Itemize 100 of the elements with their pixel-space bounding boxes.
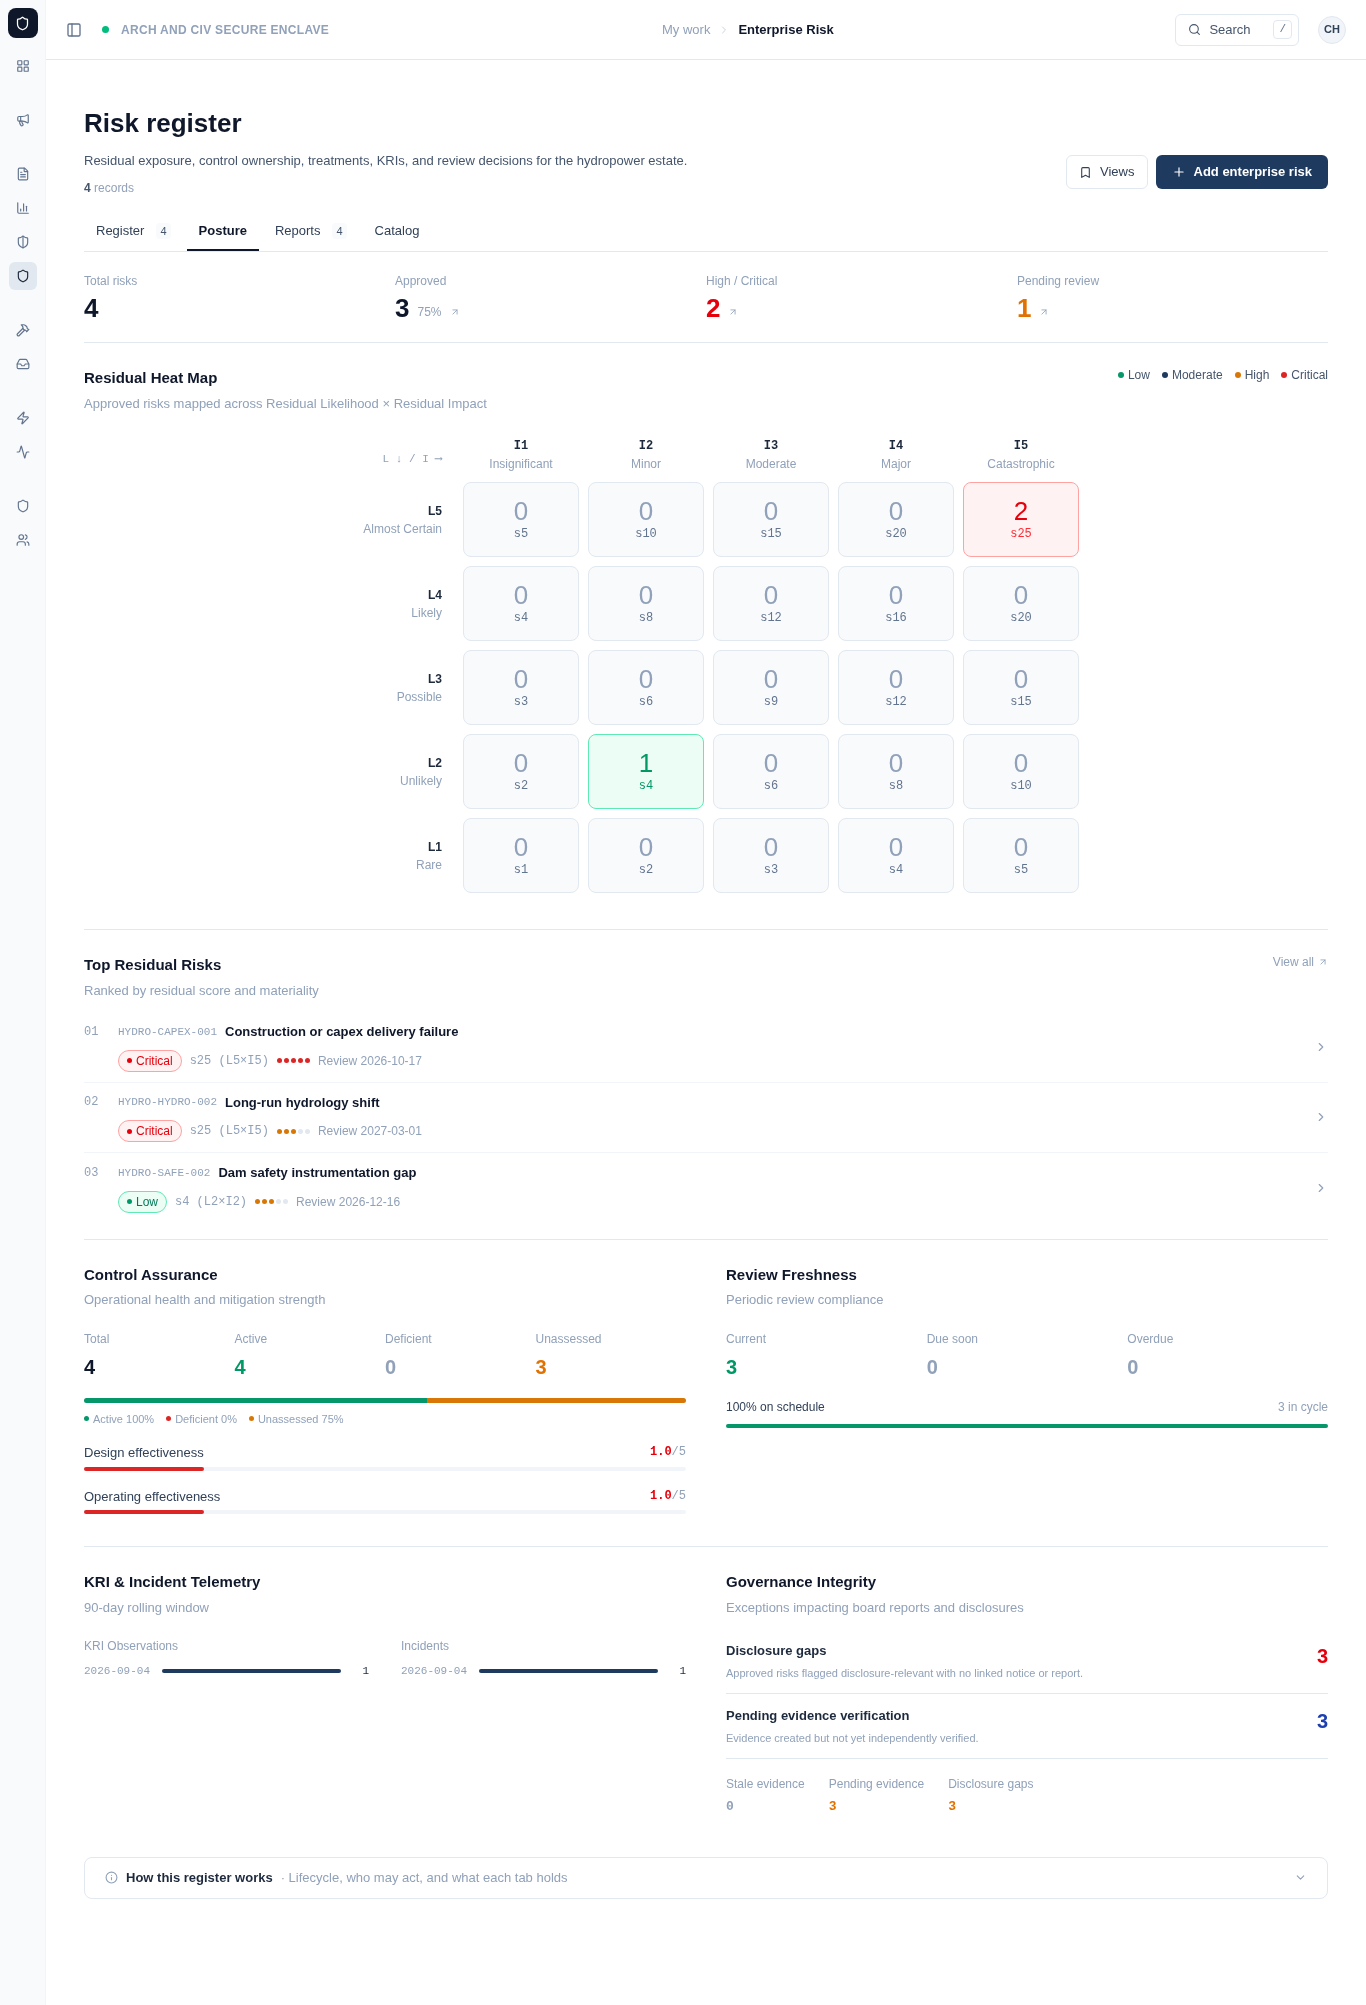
heat-map-cell[interactable]: 0 s20: [963, 566, 1079, 641]
arrow-up-right-icon[interactable]: [728, 307, 739, 317]
section-title: Top Residual Risks: [84, 955, 223, 975]
heat-map-cell[interactable]: 0 s6: [588, 650, 704, 725]
legend-label: Unassessed 75%: [257, 1411, 344, 1427]
section-subtitle: Periodic review compliance: [726, 1291, 885, 1309]
section-title: KRI & Incident Telemetry: [84, 1572, 262, 1592]
series-date: 2026-09-04: [401, 1664, 467, 1679]
heat-map-cell[interactable]: 0 s9: [713, 650, 829, 725]
heat-map-cell[interactable]: 0 s2: [588, 818, 704, 893]
heat-map-cell[interactable]: 0 s4: [838, 818, 954, 893]
bookmark-icon: [1079, 165, 1093, 179]
heat-map-cell[interactable]: 0 s12: [713, 566, 829, 641]
risk-row[interactable]: 02 HYDRO-HYDRO-002 Long-run hydrology shift Critical s25 (L5×I5) Review 2027-03-01: [84, 1082, 1328, 1153]
app-logo-icon[interactable]: [7, 8, 38, 38]
section-title: Review Freshness: [726, 1264, 858, 1285]
section-title: Residual Heat Map: [84, 368, 219, 388]
severity-badge: Critical: [118, 1120, 182, 1142]
governance-item-title: Pending evidence verification: [726, 1707, 911, 1725]
heat-map-cell[interactable]: 0 s3: [463, 650, 579, 725]
row-name: Possible: [396, 688, 442, 706]
effectiveness-label: Operating effectiveness: [84, 1487, 221, 1506]
workspace-name: ARCH AND CIV SECURE ENCLAVE: [121, 21, 330, 39]
help-accordion[interactable]: How this register works · Lifecycle, who may act, and what each tab holds: [84, 1856, 1328, 1899]
tab[interactable]: Reports 4: [262, 213, 359, 251]
legend-label: Moderate: [1171, 367, 1223, 384]
heat-map-cell[interactable]: 0 s16: [838, 566, 954, 641]
shield-icon[interactable]: [8, 262, 37, 290]
cycle-count: 3 in cycle: [1277, 1398, 1328, 1416]
heat-map-cell[interactable]: 0 s4: [463, 566, 579, 641]
view-all-link[interactable]: View all: [1272, 954, 1328, 970]
stat-value: 0: [926, 1354, 939, 1380]
tab[interactable]: Register 4: [84, 213, 183, 251]
stat-label: Overdue: [1127, 1330, 1175, 1348]
heat-map-cell[interactable]: 0 s20: [838, 482, 954, 557]
section-subtitle: 90-day rolling window: [84, 1598, 210, 1617]
review-date: Review 2027-03-01: [317, 1123, 422, 1140]
column-name: Major: [881, 456, 911, 473]
column-code: I5: [1013, 438, 1029, 455]
heat-map-cell[interactable]: 0 s15: [713, 482, 829, 557]
effectiveness-score: 1.0/5: [650, 1444, 686, 1461]
stat-value: 3: [535, 1354, 548, 1380]
section-subtitle: Ranked by residual score and materiality: [84, 981, 319, 1000]
stat-value: 2: [706, 294, 721, 322]
row-code: L3: [428, 670, 442, 688]
section-title: Control Assurance: [84, 1264, 219, 1285]
heat-map-cell[interactable]: 0 s5: [463, 482, 579, 557]
risk-id: HYDRO-CAPEX-001: [118, 1024, 218, 1040]
schedule-label: 100% on schedule: [726, 1398, 825, 1416]
arrow-up-right-icon: [1318, 957, 1328, 967]
plus-icon: [1171, 165, 1186, 179]
column-code: I4: [888, 438, 904, 455]
risk-rank: 03: [84, 1164, 100, 1182]
stat-value: 1: [1017, 294, 1032, 322]
heat-map-cell[interactable]: 0 s5: [963, 818, 1079, 893]
heat-map-cell[interactable]: 0 s8: [838, 734, 954, 809]
risk-score: s25 (L5×I5): [189, 1052, 269, 1070]
breadcrumb-link[interactable]: My work: [662, 19, 711, 40]
heat-map-cell[interactable]: 0 s10: [963, 734, 1079, 809]
effectiveness-label: Design effectiveness: [84, 1444, 204, 1462]
tab[interactable]: Posture: [186, 213, 259, 251]
governance-item-title: Disclosure gaps: [726, 1642, 828, 1660]
heat-map-cell[interactable]: 0 s8: [588, 566, 704, 641]
heat-map-cell[interactable]: 0 s10: [588, 482, 704, 557]
stat-label: Stale evidence: [726, 1776, 805, 1793]
risk-rank: 02: [84, 1094, 100, 1112]
heat-map-cell[interactable]: 0 s1: [463, 818, 579, 893]
series-label: Incidents: [401, 1638, 451, 1655]
section-title: Governance Integrity: [726, 1572, 878, 1592]
user-avatar[interactable]: CH: [1318, 15, 1346, 44]
governance-item-value: 3: [1316, 1709, 1328, 1734]
stat-value: 4: [84, 1354, 97, 1380]
risk-title: Dam safety instrumentation gap: [218, 1164, 417, 1182]
sidebar-toggle-icon[interactable]: [66, 21, 82, 38]
heat-map-cell[interactable]: 0 s15: [963, 650, 1079, 725]
record-count: 4 records: [84, 180, 136, 197]
legend-label: Low: [1127, 367, 1150, 384]
heat-map-cell[interactable]: 0 s12: [838, 650, 954, 725]
arrow-up-right-icon[interactable]: [1039, 307, 1050, 317]
add-enterprise-risk-button[interactable]: Add enterprise risk: [1155, 155, 1328, 189]
stat-value: 0: [726, 1798, 735, 1816]
row-name: Almost Certain: [363, 520, 442, 538]
heat-map-cell[interactable]: 1 s4: [588, 734, 704, 809]
risk-row[interactable]: 03 HYDRO-SAFE-002 Dam safety instrumentation gap Low s4 (L2×I2) Review 2026-12-16: [84, 1153, 1328, 1223]
heat-map-cell[interactable]: 0 s3: [713, 818, 829, 893]
stat-value: 3: [828, 1798, 838, 1816]
views-button[interactable]: Views: [1066, 155, 1148, 189]
tab[interactable]: Catalog: [362, 213, 432, 251]
heat-map-cell[interactable]: 0 s2: [463, 734, 579, 809]
risk-id: HYDRO-HYDRO-002: [118, 1095, 218, 1110]
risk-row[interactable]: 01 HYDRO-CAPEX-001 Construction or capex delivery failure Critical s25 (L5×I5) Review 2026-10-17: [84, 1012, 1328, 1083]
breadcrumb-link[interactable]: Enterprise Risk: [738, 19, 834, 40]
heat-map-cell[interactable]: 2 s25: [963, 482, 1079, 557]
governance-item-description: Evidence created but not yet independently verified.: [726, 1730, 979, 1746]
governance-item-description: Approved risks flagged disclosure-relevant with no linked notice or report.: [726, 1665, 1084, 1681]
row-code: L5: [428, 502, 442, 520]
heat-map-cell[interactable]: 0 s6: [713, 734, 829, 809]
arrow-up-right-icon[interactable]: [449, 307, 460, 317]
stat-label: Pending review: [1017, 273, 1101, 290]
stat-percentage: 75%: [417, 304, 442, 321]
